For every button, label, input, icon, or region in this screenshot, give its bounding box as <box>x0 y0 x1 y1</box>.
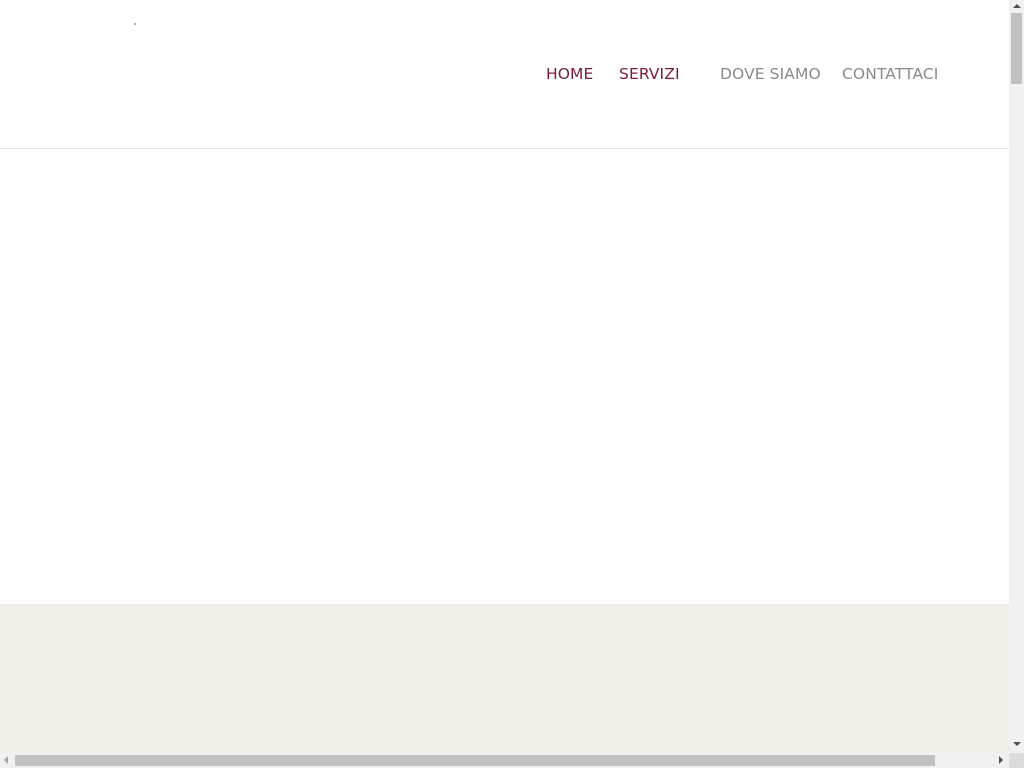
nav-item-contattaci[interactable]: CONTATTACI <box>842 63 938 85</box>
scroll-left-arrow-icon[interactable] <box>4 756 8 764</box>
logo[interactable] <box>134 23 136 25</box>
scroll-right-arrow-icon[interactable] <box>999 756 1003 764</box>
nav-item-home[interactable]: HOME <box>546 63 593 85</box>
scrollbar-corner <box>1009 753 1024 768</box>
page-viewport: HOME SERVIZI DOVE SIAMO CONTATTACI <box>0 0 1009 753</box>
nav-item-servizi[interactable]: SERVIZI <box>619 63 680 85</box>
scrollbar-thumb-vertical[interactable] <box>1011 13 1022 84</box>
scrollbar-horizontal[interactable] <box>0 753 1009 768</box>
nav-item-dove-siamo[interactable]: DOVE SIAMO <box>720 63 821 85</box>
site-header: HOME SERVIZI DOVE SIAMO CONTATTACI <box>0 0 1009 149</box>
scrollbar-thumb-horizontal[interactable] <box>15 755 935 766</box>
hero-section <box>0 149 1009 604</box>
content-band <box>0 604 1009 753</box>
scroll-up-arrow-icon[interactable] <box>1013 4 1021 8</box>
scroll-down-arrow-icon[interactable] <box>1013 742 1021 746</box>
scrollbar-vertical[interactable] <box>1009 0 1024 753</box>
